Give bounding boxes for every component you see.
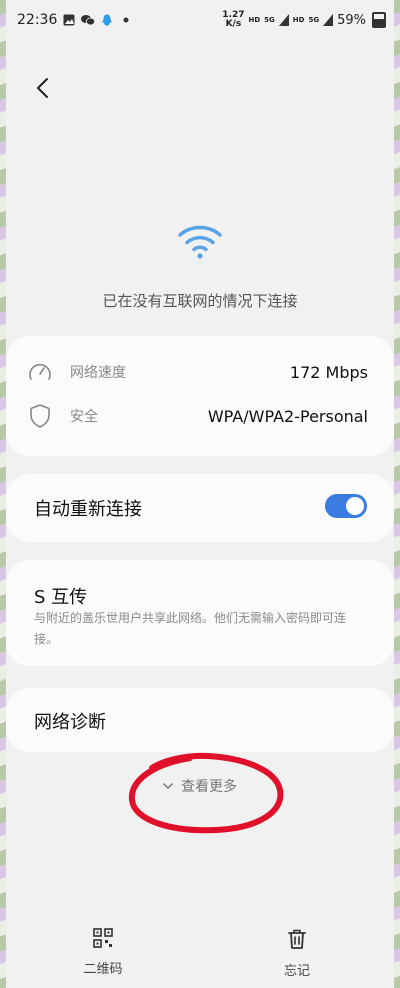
network-type-2: 5G bbox=[308, 16, 320, 24]
qr-code-button[interactable]: 二维码 bbox=[23, 928, 183, 977]
network-speed-row: 网络速度 172 Mbps bbox=[28, 357, 368, 387]
forget-button[interactable]: 忘记 bbox=[217, 928, 377, 979]
qr-code-icon bbox=[93, 928, 113, 948]
connection-status: 已在没有互联网的情况下连接 bbox=[102, 292, 298, 310]
auto-reconnect-label: 自动重新连接 bbox=[34, 499, 142, 520]
status-time: 22:36 bbox=[17, 12, 58, 28]
quick-share-description: 与附近的盖乐世用户共享此网络。他们无需输入密码即可连接。 bbox=[34, 611, 347, 646]
net-speed-unit: K/s bbox=[225, 19, 242, 29]
hd-label-1: HD bbox=[248, 16, 261, 24]
qr-code-label: 二维码 bbox=[83, 962, 123, 977]
speed-label: 网络速度 bbox=[70, 365, 126, 381]
gallery-icon bbox=[63, 14, 75, 26]
annotation-circle bbox=[128, 752, 284, 834]
dot-icon bbox=[123, 17, 129, 23]
network-info-card bbox=[6, 336, 394, 456]
wifi-icon bbox=[178, 225, 222, 259]
bottom-action-bar: 二维码 忘记 bbox=[6, 928, 394, 988]
security-row: 安全 WPA/WPA2-Personal bbox=[28, 401, 368, 431]
battery-icon bbox=[372, 12, 386, 28]
status-bar: 22:36 1.27 K/s HD 5G HD 5G 59% bbox=[6, 0, 394, 40]
hd-label-2: HD bbox=[292, 16, 305, 24]
speed-value: 172 Mbps bbox=[289, 362, 368, 382]
security-value: WPA/WPA2-Personal bbox=[207, 406, 368, 426]
speedometer-icon bbox=[29, 363, 51, 380]
battery-percent: 59% bbox=[337, 12, 366, 28]
trash-icon bbox=[288, 929, 306, 949]
forget-label: 忘记 bbox=[283, 964, 310, 979]
network-diagnostics-label: 网络诊断 bbox=[34, 712, 106, 733]
network-type-1: 5G bbox=[264, 16, 275, 24]
toggle-knob bbox=[346, 497, 364, 515]
qq-icon bbox=[102, 14, 113, 26]
auto-reconnect-toggle[interactable] bbox=[325, 494, 367, 518]
signal-icon-2 bbox=[323, 14, 334, 26]
signal-icon-1 bbox=[278, 14, 289, 26]
wechat-icon bbox=[81, 15, 96, 26]
back-button[interactable] bbox=[26, 68, 58, 108]
wifi-details-screen: 22:36 1.27 K/s HD 5G HD 5G 59% 已在没有互联网的情… bbox=[6, 0, 394, 988]
shield-icon bbox=[30, 404, 50, 428]
chevron-left-icon bbox=[37, 78, 48, 98]
quick-share-title: S 互传 bbox=[34, 587, 88, 608]
security-label: 安全 bbox=[70, 409, 98, 425]
net-speed-indicator: 1.27 K/s bbox=[222, 11, 244, 29]
